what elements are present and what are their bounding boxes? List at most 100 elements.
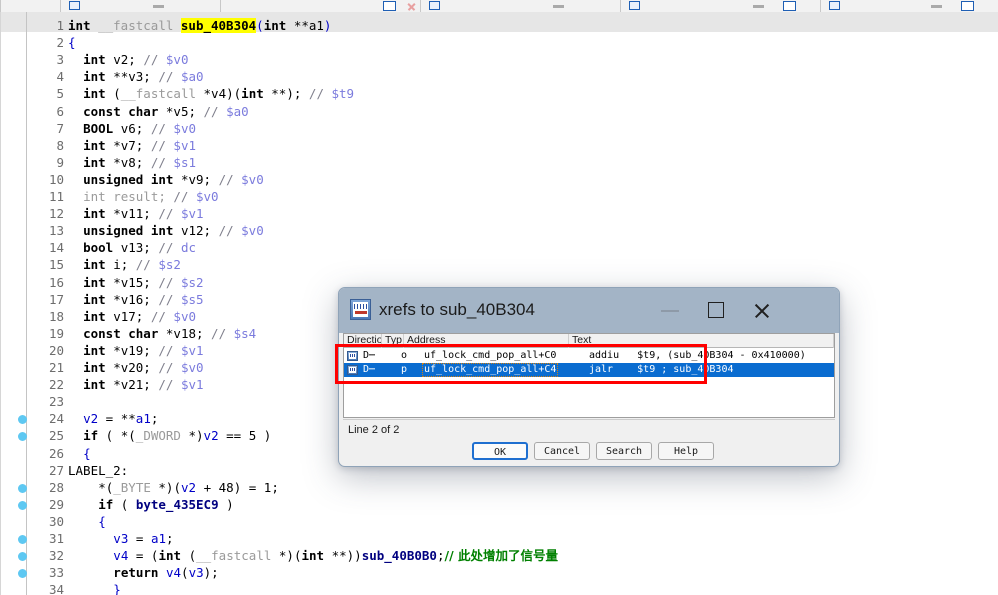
line-number: 31 bbox=[48, 531, 64, 546]
code-token: v13; bbox=[120, 240, 159, 256]
minimize-icon[interactable] bbox=[647, 288, 693, 333]
code-token: int bbox=[83, 274, 114, 290]
ok-button[interactable]: OK bbox=[472, 442, 528, 460]
code-token: $s5 bbox=[180, 291, 204, 307]
window-pane-tab[interactable] bbox=[0, 0, 60, 12]
line-text: *(_BYTE *)(v2 + 48) = 1; bbox=[98, 479, 279, 496]
line-number: 12 bbox=[48, 206, 64, 222]
xrefs-list[interactable]: Directio Typ Address Text D⋯ o uf_lock_cmd_po… bbox=[343, 333, 835, 418]
line-text: int result; // $v0 bbox=[83, 188, 218, 205]
code-token: __fastcall bbox=[196, 548, 279, 564]
code-token: // bbox=[143, 52, 166, 68]
line-text: int *v11; // $v1 bbox=[83, 205, 203, 222]
code-token: $v1 bbox=[180, 342, 204, 358]
line-number: 26 bbox=[48, 445, 64, 461]
code-line[interactable]: 11 int result; // $v0 bbox=[0, 188, 998, 205]
code-token: // bbox=[158, 69, 181, 85]
code-line[interactable]: 12 int *v11; // $v1 bbox=[0, 205, 998, 222]
window-icon bbox=[629, 0, 643, 10]
code-token: sub_40B0B0 bbox=[361, 548, 437, 564]
code-line[interactable]: 34} bbox=[0, 581, 998, 595]
code-line[interactable]: 30 { bbox=[0, 513, 998, 530]
search-button[interactable]: Search bbox=[596, 442, 652, 460]
code-line[interactable]: 1 int __fastcall sub_40B304(int **a1) bbox=[0, 17, 998, 34]
maximize-icon[interactable] bbox=[693, 288, 739, 333]
maximize-icon[interactable] bbox=[783, 1, 796, 11]
code-token: // bbox=[158, 377, 181, 393]
code-token: // bbox=[158, 360, 181, 375]
code-token: // bbox=[158, 291, 181, 307]
code-token: *v8; bbox=[113, 154, 151, 170]
code-token: int bbox=[301, 548, 332, 564]
window-pane-tab[interactable] bbox=[420, 0, 620, 12]
code-token: v12; bbox=[180, 223, 219, 239]
code-token: **v3; bbox=[113, 69, 159, 85]
code-line[interactable]: 7 BOOL v6; // $v0 bbox=[0, 120, 998, 137]
close-icon[interactable] bbox=[739, 288, 785, 333]
line-text: int v17; // $v0 bbox=[83, 308, 196, 325]
line-number: 7 bbox=[56, 120, 64, 136]
xrefs-dialog[interactable]: xrefs to sub_40B304 Directio Typ Address Te… bbox=[338, 287, 840, 467]
code-line[interactable]: 2{ bbox=[0, 34, 998, 51]
code-line[interactable]: 28 *(_BYTE *)(v2 + 48) = 1; bbox=[0, 479, 998, 496]
column-header-address[interactable]: Address bbox=[404, 334, 569, 348]
code-line[interactable]: 5 int (__fastcall *v4)(int **); // $t9 bbox=[0, 85, 998, 102]
column-header-typ[interactable]: Typ bbox=[382, 334, 404, 348]
minimize-icon[interactable] bbox=[553, 5, 564, 8]
column-header-directio[interactable]: Directio bbox=[344, 334, 382, 348]
code-line[interactable]: 8 int *v7; // $v1 bbox=[0, 137, 998, 154]
focused-cell: uf_lock_cmd_pop_all+C4 bbox=[421, 363, 559, 377]
xrefs-list-header[interactable]: Directio Typ Address Text bbox=[344, 334, 834, 348]
code-token: unsigned int bbox=[83, 171, 181, 187]
code-token: v4 bbox=[165, 565, 182, 581]
xrefs-window-icon bbox=[350, 299, 371, 320]
help-button[interactable]: Help bbox=[658, 442, 714, 460]
table-row[interactable]: D⋯ o uf_lock_cmd_pop_all+C0 addiu $t9, (sub… bbox=[344, 349, 834, 363]
window-pane-tab[interactable] bbox=[220, 0, 420, 12]
window-pane-tab[interactable] bbox=[820, 0, 998, 12]
code-line[interactable]: 3 int v2; // $v0 bbox=[0, 51, 998, 68]
code-token: ) bbox=[323, 18, 332, 33]
code-token: $a0 bbox=[180, 69, 204, 85]
code-line[interactable]: 32 v4 = (int (__fastcall *)(int **))sub_4… bbox=[0, 547, 998, 564]
code-line[interactable]: 15 int i; // $s2 bbox=[0, 256, 998, 273]
code-token: // bbox=[150, 308, 174, 324]
close-icon[interactable] bbox=[407, 2, 416, 11]
table-row[interactable]: D⋯ p uf_lock_cmd_pop_all+C4 jalr $t9 ; sub_… bbox=[344, 363, 834, 377]
code-token: a1 bbox=[135, 411, 151, 427]
code-token: __fastcall bbox=[120, 86, 204, 102]
code-token: sub_40B304 bbox=[180, 18, 257, 33]
code-token: LABEL_2: bbox=[68, 462, 129, 478]
line-number: 20 bbox=[48, 342, 64, 358]
code-line[interactable]: 6 const char *v5; // $a0 bbox=[0, 103, 998, 120]
code-token: if bbox=[83, 428, 99, 444]
code-token: == bbox=[218, 428, 249, 444]
code-token: 此处增加了信号量 bbox=[457, 548, 558, 564]
code-token: // bbox=[158, 342, 181, 358]
window-icon bbox=[829, 0, 843, 10]
code-line[interactable]: 14 bool v13; // dc bbox=[0, 239, 998, 256]
cell-text: addiu $t9, (sub_40B304 - 0x410000) bbox=[589, 350, 806, 361]
cancel-button[interactable]: Cancel bbox=[534, 442, 590, 460]
code-token: $v0 bbox=[180, 360, 204, 375]
code-line[interactable]: 4 int **v3; // $a0 bbox=[0, 68, 998, 85]
code-line[interactable]: 10 unsigned int *v9; // $v0 bbox=[0, 171, 998, 188]
code-line[interactable]: 33 return v4(v3); bbox=[0, 564, 998, 581]
code-line[interactable]: 13 unsigned int v12; // $v0 bbox=[0, 222, 998, 239]
minimize-icon[interactable] bbox=[153, 5, 164, 8]
code-line[interactable]: 9 int *v8; // $s1 bbox=[0, 154, 998, 171]
minimize-icon[interactable] bbox=[753, 5, 764, 8]
window-pane-tab[interactable] bbox=[60, 0, 220, 12]
code-line[interactable]: 29 if ( byte_435EC9 ) bbox=[0, 496, 998, 513]
minimize-icon[interactable] bbox=[931, 5, 942, 8]
window-pane-tab[interactable] bbox=[620, 0, 820, 12]
code-token: = bbox=[128, 531, 151, 546]
line-text: int *v7; // $v1 bbox=[83, 137, 196, 154]
maximize-icon[interactable] bbox=[961, 1, 974, 11]
maximize-icon[interactable] bbox=[383, 1, 396, 11]
column-header-text[interactable]: Text bbox=[569, 334, 834, 348]
dialog-title-bar[interactable]: xrefs to sub_40B304 bbox=[339, 288, 839, 333]
code-token: v3 bbox=[188, 565, 204, 581]
code-line[interactable]: 31 v3 = a1; bbox=[0, 530, 998, 547]
line-text: int *v20; // $v0 bbox=[83, 359, 203, 376]
